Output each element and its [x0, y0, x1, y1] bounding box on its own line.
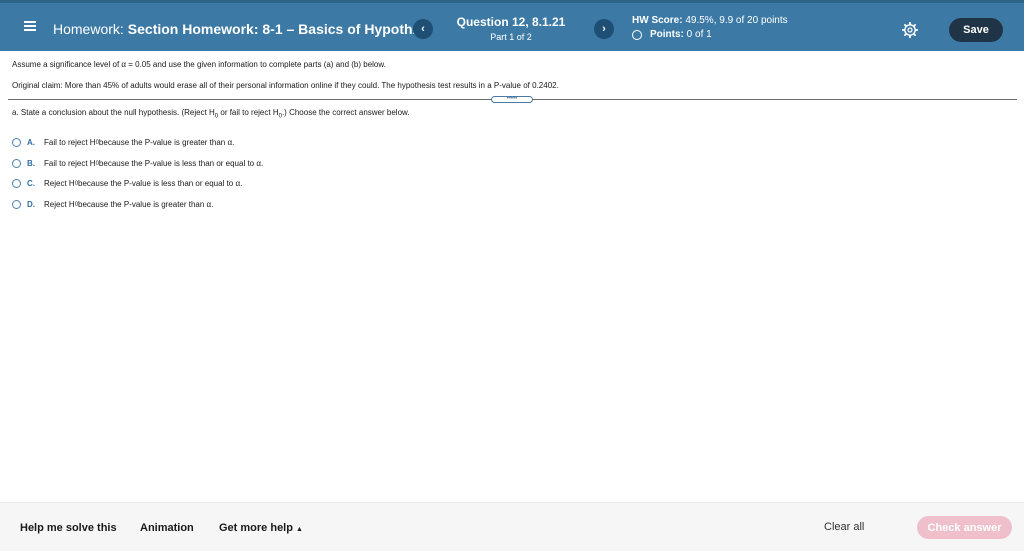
- get-more-help-label: Get more help: [219, 522, 293, 534]
- radio-button[interactable]: [12, 159, 21, 168]
- homework-title: Homework: Section Homework: 8-1 – Basics …: [53, 21, 424, 37]
- answer-option-b[interactable]: B. Fail to reject H0 because the P-value…: [12, 159, 263, 168]
- get-more-help-button[interactable]: Get more help ▲: [219, 522, 303, 534]
- option-text-pre: Fail to reject H: [44, 138, 96, 147]
- answer-option-a[interactable]: A. Fail to reject H0 because the P-value…: [12, 138, 234, 147]
- question-info: Question 12, 8.1.21 Part 1 of 2: [440, 15, 582, 42]
- option-text-pre: Reject H: [44, 179, 75, 188]
- radio-button[interactable]: [12, 138, 21, 147]
- score-info: HW Score: 49.5%, 9.9 of 20 points Points…: [632, 15, 788, 40]
- option-letter: B.: [27, 159, 35, 168]
- help-me-solve-button[interactable]: Help me solve this: [20, 522, 117, 534]
- points-circle-icon: [632, 29, 642, 40]
- option-text-post: because the P-value is less than or equa…: [98, 159, 264, 168]
- option-text-pre: Reject H: [44, 200, 75, 209]
- answer-option-c[interactable]: C. Reject H0 because the P-value is less…: [12, 179, 242, 188]
- hw-score: HW Score: 49.5%, 9.9 of 20 points: [632, 15, 788, 26]
- question-title: Question 12, 8.1.21: [456, 15, 566, 29]
- points-value: 0 of 1: [686, 29, 712, 40]
- top-bar: Homework: Section Homework: 8-1 – Basics …: [0, 0, 1024, 51]
- radio-button[interactable]: [12, 179, 21, 188]
- settings-gear-icon[interactable]: [902, 22, 918, 38]
- points: Points: 0 of 1: [632, 29, 788, 40]
- option-text-pre: Fail to reject H: [44, 159, 96, 168]
- radio-button[interactable]: [12, 200, 21, 209]
- previous-question-button[interactable]: ‹: [413, 19, 433, 39]
- homework-title-prefix: Homework:: [53, 21, 124, 37]
- hamburger-menu-icon[interactable]: [24, 21, 36, 31]
- option-text-post: because the P-value is greater than α.: [98, 138, 235, 147]
- part-a-text-2: or fail to reject H: [218, 108, 279, 117]
- next-question-button[interactable]: ›: [594, 19, 614, 39]
- part-a-text-1: a. State a conclusion about the null hyp…: [12, 108, 215, 117]
- part-a-question: a. State a conclusion about the null hyp…: [12, 108, 410, 120]
- animation-button[interactable]: Animation: [140, 522, 194, 534]
- homework-title-name: Section Homework: 8-1 – Basics of Hypoth…: [127, 21, 425, 37]
- option-letter: D.: [27, 200, 35, 209]
- question-part: Part 1 of 2: [490, 32, 532, 42]
- save-button[interactable]: Save: [949, 18, 1003, 42]
- option-text-post: because the P-value is less than or equa…: [78, 179, 243, 188]
- bottom-bar: Help me solve this Animation Get more he…: [0, 502, 1024, 551]
- caret-up-icon: ▲: [295, 526, 303, 533]
- option-letter: C.: [27, 179, 35, 188]
- hw-score-label: HW Score:: [632, 15, 683, 26]
- check-answer-button[interactable]: Check answer: [917, 516, 1012, 539]
- original-claim-text: Original claim: More than 45% of adults …: [12, 81, 559, 90]
- instructions-text: Assume a significance level of α = 0.05 …: [12, 60, 386, 69]
- answer-option-d[interactable]: D. Reject H0 because the P-value is grea…: [12, 200, 213, 209]
- hw-score-value: 49.5%, 9.9 of 20 points: [685, 15, 788, 26]
- option-letter: A.: [27, 138, 35, 147]
- expand-content-button[interactable]: •••••: [491, 96, 533, 103]
- option-text-post: because the P-value is greater than α.: [78, 200, 214, 209]
- points-label: Points:: [650, 29, 684, 40]
- clear-all-button[interactable]: Clear all: [824, 521, 864, 533]
- part-a-text-3: .) Choose the correct answer below.: [281, 108, 410, 117]
